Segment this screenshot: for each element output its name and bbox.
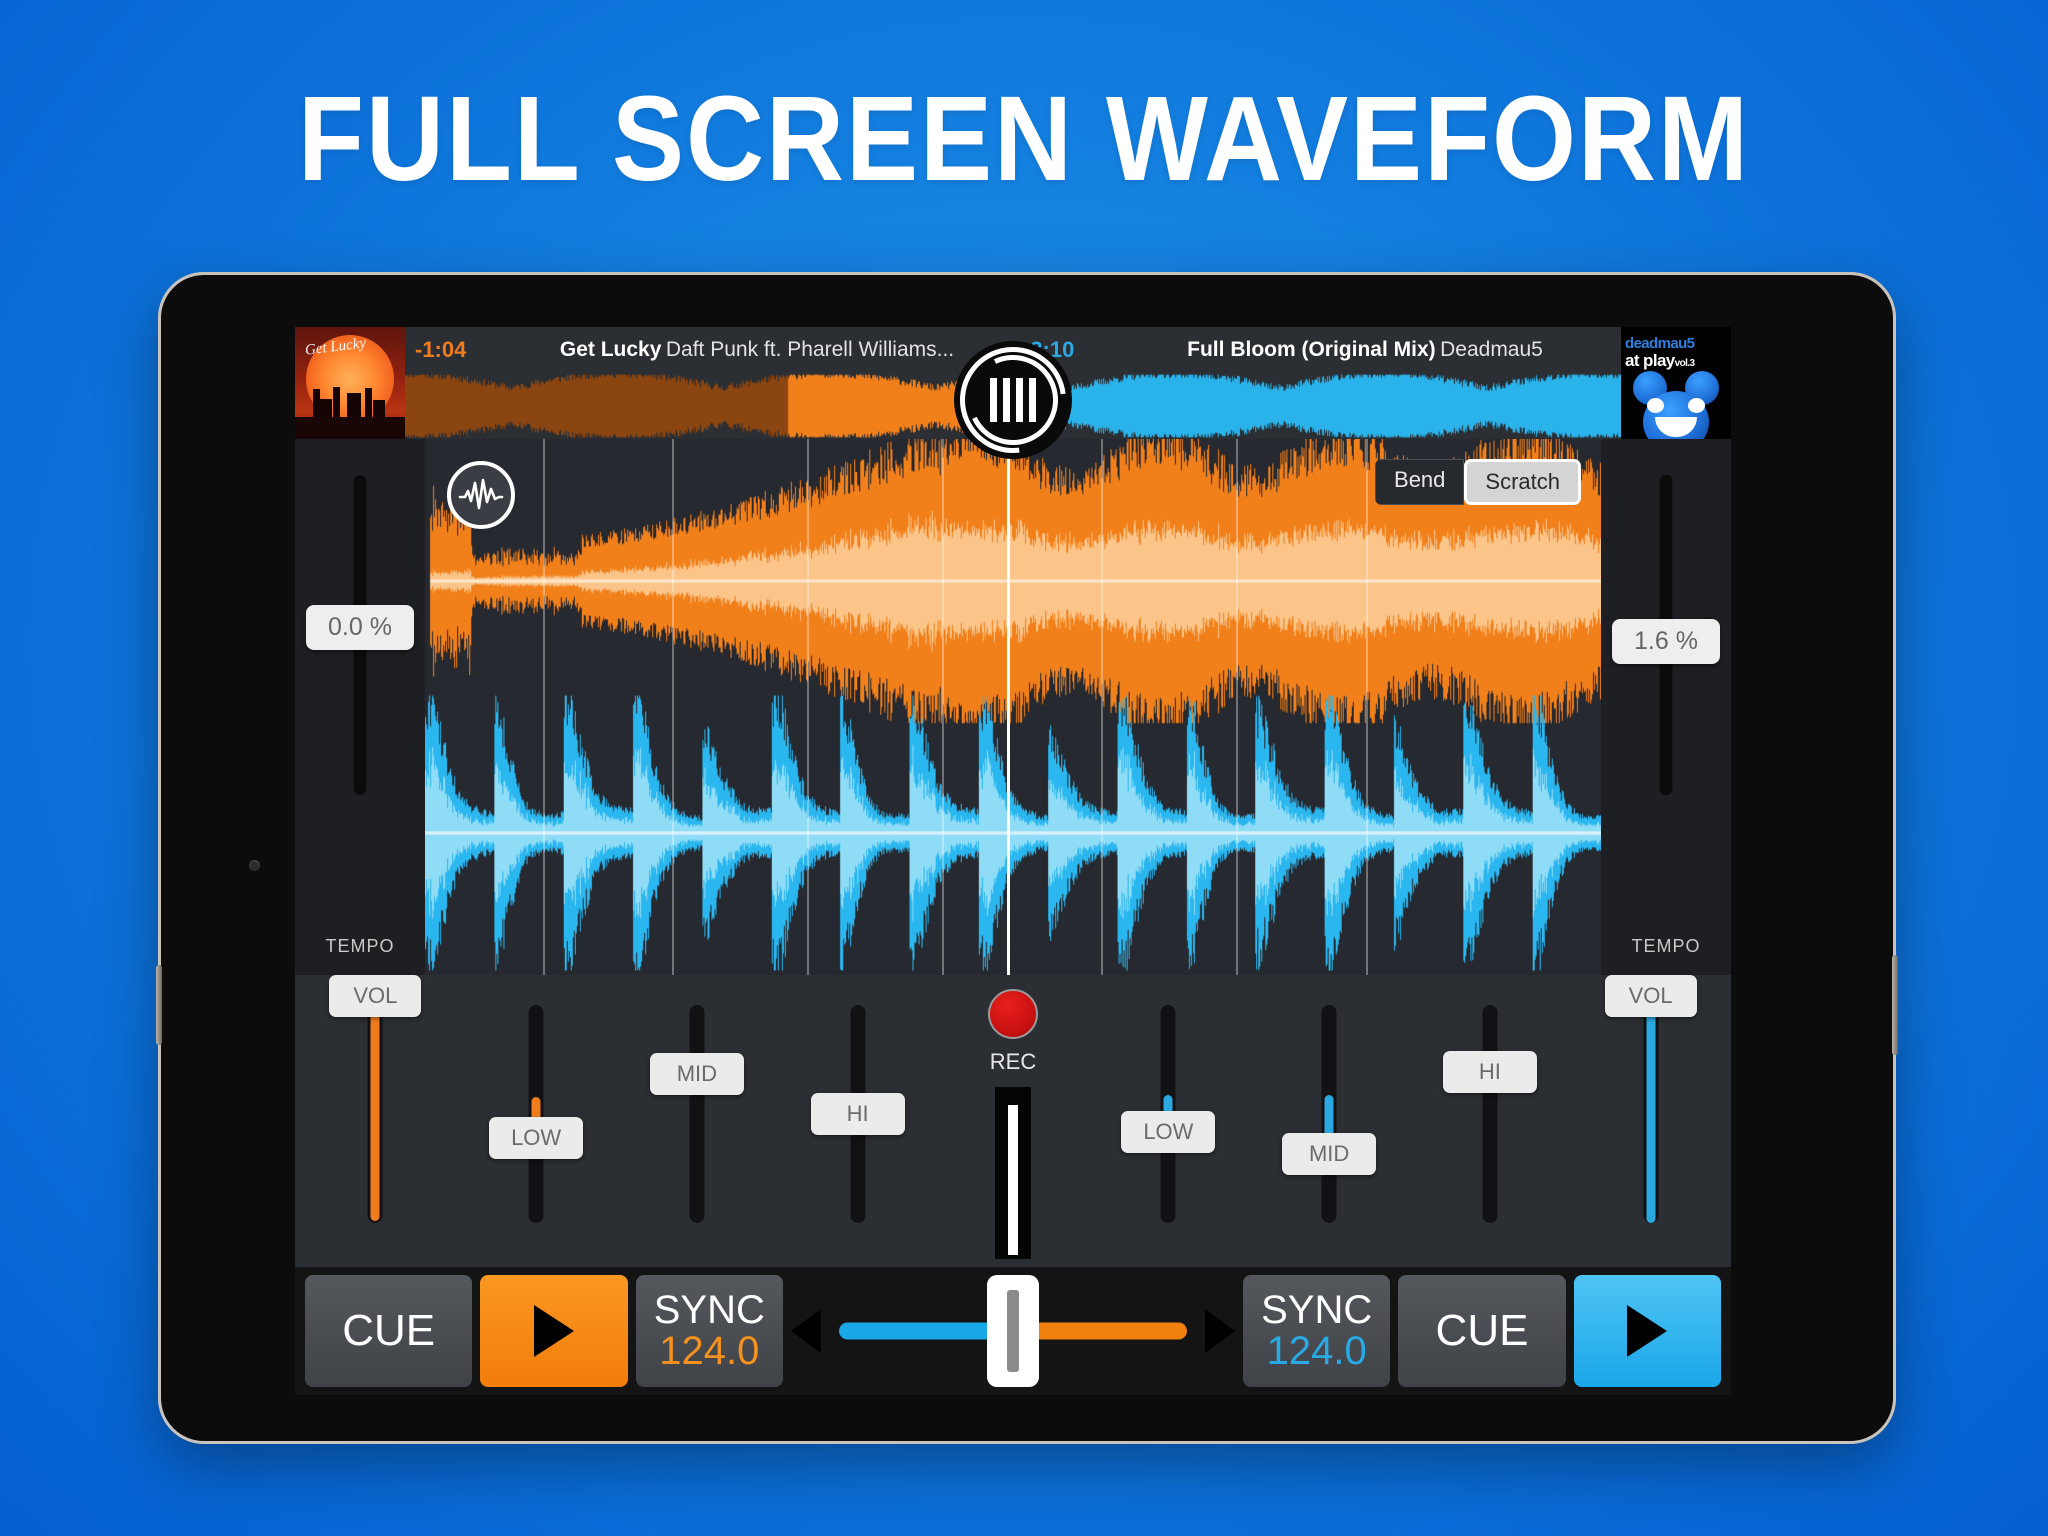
record-label: REC (989, 1049, 1037, 1074)
deck-b-vol-fader[interactable]: VOL (1570, 975, 1731, 1267)
pause-bars-icon (990, 378, 1036, 422)
vu-bar (1008, 1105, 1018, 1255)
deck-a-tempo-label: TEMPO (325, 936, 395, 956)
deck-b-low-cap[interactable]: LOW (1121, 1111, 1216, 1153)
deck-a-cue-button[interactable]: CUE (305, 1275, 473, 1387)
deck-a-track-label: Get Lucky Daft Punk ft. Pharell Williams… (511, 338, 1003, 362)
deck-a-tempo-panel: 0.0 % TEMPO (295, 439, 425, 975)
record-button[interactable] (988, 989, 1038, 1039)
deck-b-play-button[interactable] (1573, 1275, 1721, 1387)
beat-gridline (1101, 439, 1104, 975)
triangle-left-icon[interactable] (791, 1309, 821, 1353)
deck-a-overview-waveform[interactable] (405, 373, 1013, 439)
deck-a-sync-label: SYNC (653, 1288, 765, 1332)
album-art-line2: at playvol.3 (1625, 351, 1695, 371)
fader-fill (1646, 1013, 1656, 1223)
jog-transport-button[interactable] (938, 327, 1088, 475)
page-title: FULL SCREEN WAVEFORM (297, 70, 1750, 206)
deck-a-remaining-time: -1:04 (415, 337, 467, 362)
crossfader-track[interactable] (839, 1275, 1187, 1387)
mau5-eye-left-icon (1647, 398, 1664, 413)
deck-b-track-label: Full Bloom (Original Mix) Deadmau5 (1119, 338, 1611, 362)
deck-b-track-title: Full Bloom (Original Mix) (1187, 338, 1436, 361)
beat-gridline (1236, 439, 1239, 975)
camera-icon (249, 860, 260, 871)
scrolling-waveform[interactable]: Bend Scratch (425, 439, 1601, 975)
deck-a-play-button[interactable] (480, 1275, 628, 1387)
deck-b-hi-fader[interactable]: HI (1410, 975, 1571, 1267)
album-art-line2-main: at play (1625, 351, 1675, 370)
deck-a-bpm: 124.0 (659, 1329, 760, 1373)
volume-rocker-right[interactable] (1892, 955, 1898, 1055)
play-icon (1627, 1305, 1668, 1357)
deck-b-low-fader[interactable]: LOW (1088, 975, 1249, 1267)
deck-b-header: -3:10 Full Bloom (Original Mix) Deadmau5 (1013, 327, 1621, 439)
playhead (1007, 439, 1011, 975)
deck-b-mid-fader[interactable]: MID (1249, 975, 1410, 1267)
main-waveform-area: 0.0 % TEMPO Bend Scratch 1.6 % TEMPO (295, 439, 1731, 975)
deck-a-hi-cap[interactable]: HI (810, 1093, 905, 1135)
album-art-deck-b[interactable]: deadmau5 at playvol.3 (1621, 327, 1731, 439)
deck-b-tempo-label: TEMPO (1631, 936, 1701, 956)
beat-gridline (942, 439, 945, 975)
beat-gridline (671, 439, 674, 975)
deck-b-track-artist: Deadmau5 (1440, 338, 1543, 361)
scratch-option[interactable]: Scratch (1464, 459, 1581, 505)
deck-a-track-artist: Daft Punk ft. Pharell Williams... (665, 338, 955, 361)
album-art-ground (295, 417, 405, 439)
deck-a-low-cap[interactable]: LOW (489, 1117, 584, 1159)
record-section: REC (938, 975, 1088, 1267)
app-screen: Get Lucky -1:04 Get Lucky Daft Punk ft. … (295, 327, 1731, 1395)
crossfader-knob-grip (1007, 1290, 1019, 1372)
deck-a-vol-cap[interactable]: VOL (329, 975, 422, 1017)
triangle-right-icon[interactable] (1205, 1309, 1235, 1353)
deck-a-meta: -1:04 Get Lucky Daft Punk ft. Pharell Wi… (405, 327, 1013, 373)
play-icon (533, 1305, 574, 1357)
deck-a-track-title: Get Lucky (559, 338, 662, 361)
crossfader[interactable] (791, 1275, 1235, 1387)
mixer-panel: VOL LOW MID HI REC LOW MID HI VOL (295, 975, 1731, 1267)
deck-a-mid-fader[interactable]: MID (617, 975, 778, 1267)
fader-track[interactable] (689, 1005, 705, 1223)
album-art-line2-sub: vol.3 (1674, 358, 1695, 369)
deck-a-header: -1:04 Get Lucky Daft Punk ft. Pharell Wi… (405, 327, 1013, 439)
deck-a-low-fader[interactable]: LOW (456, 975, 617, 1267)
deck-b-sync-button[interactable]: SYNC 124.0 (1243, 1275, 1391, 1387)
deck-a-tempo-value[interactable]: 0.0 % (306, 605, 414, 650)
waveform-pulse-icon (458, 478, 504, 510)
deck-b-meta: -3:10 Full Bloom (Original Mix) Deadmau5 (1013, 327, 1621, 373)
deck-a-mid-cap[interactable]: MID (649, 1053, 744, 1095)
deck-b-vol-cap[interactable]: VOL (1604, 975, 1697, 1017)
deck-a-hi-fader[interactable]: HI (777, 975, 938, 1267)
volume-rocker-left[interactable] (156, 965, 162, 1045)
deck-b-cue-button[interactable]: CUE (1398, 1275, 1566, 1387)
deck-a-sync-button[interactable]: SYNC 124.0 (635, 1275, 783, 1387)
crossfader-right-segment (1013, 1322, 1187, 1340)
deck-b-sync-label: SYNC (1261, 1288, 1373, 1332)
deck-b-hi-cap[interactable]: HI (1442, 1051, 1537, 1093)
album-art-deck-a[interactable]: Get Lucky (295, 327, 405, 439)
crossfader-knob[interactable] (987, 1275, 1039, 1387)
bend-scratch-toggle[interactable]: Bend Scratch (1375, 459, 1581, 505)
album-art-line1: deadmau5 (1625, 335, 1695, 352)
deck-b-tempo-panel: 1.6 % TEMPO (1601, 439, 1731, 975)
waveform-pulse-icon-button[interactable] (447, 461, 515, 529)
beat-gridline (542, 439, 545, 975)
deck-a-vol-fader[interactable]: VOL (295, 975, 456, 1267)
master-vu-meter (995, 1087, 1031, 1259)
album-art-band-silhouette (295, 379, 405, 419)
deck-b-bpm: 124.0 (1266, 1329, 1367, 1373)
track-info-bar: Get Lucky -1:04 Get Lucky Daft Punk ft. … (295, 327, 1731, 475)
transport-bar: CUE SYNC 124.0 SYNC 124.0 CUE (295, 1267, 1731, 1395)
bend-option[interactable]: Bend (1375, 459, 1465, 505)
mau5-eye-right-icon (1688, 398, 1705, 413)
deck-b-tempo-value[interactable]: 1.6 % (1612, 619, 1720, 664)
fader-fill (370, 1009, 380, 1221)
deck-b-mid-cap[interactable]: MID (1282, 1133, 1377, 1175)
beat-gridline (1365, 439, 1368, 975)
beat-gridline (807, 439, 810, 975)
fader-track[interactable] (1482, 1005, 1498, 1223)
deck-b-overview-waveform[interactable] (1013, 373, 1621, 439)
tablet-device: Get Lucky -1:04 Get Lucky Daft Punk ft. … (156, 272, 1898, 1444)
